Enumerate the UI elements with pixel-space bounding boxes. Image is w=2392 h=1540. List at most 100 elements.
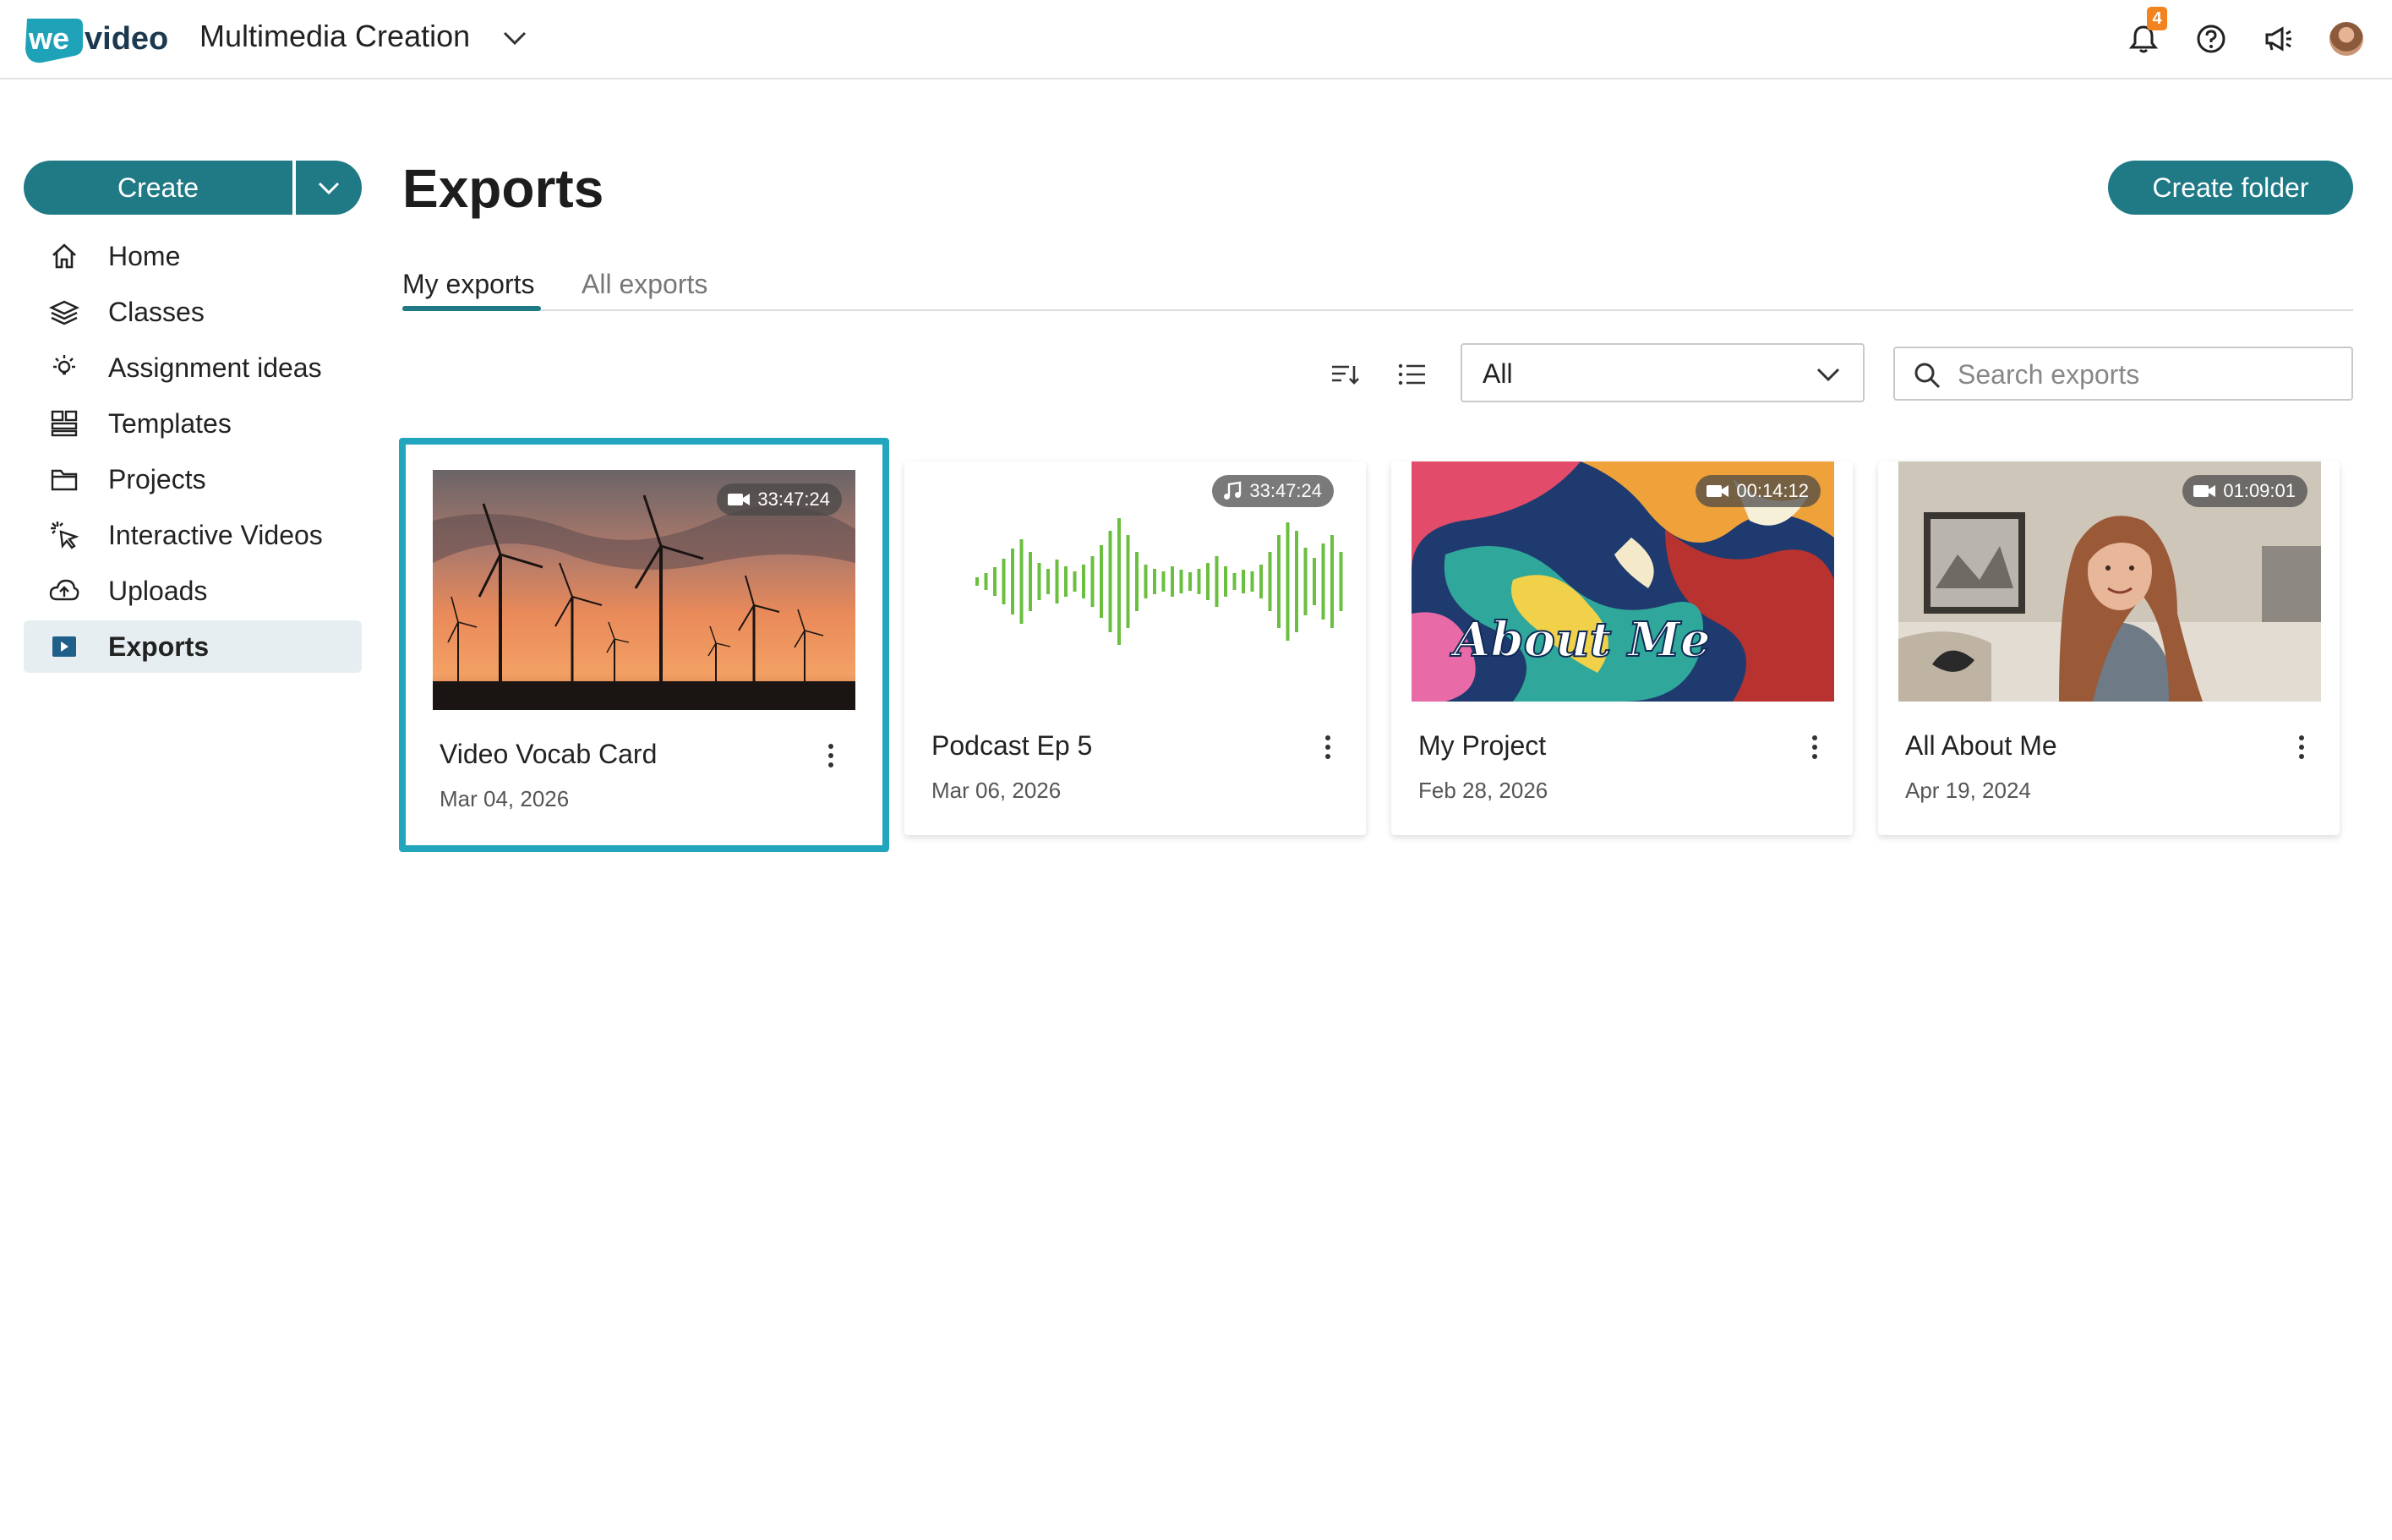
- waveform-bar: [1303, 548, 1308, 615]
- workspace-name[interactable]: Multimedia Creation: [199, 19, 470, 54]
- megaphone-icon[interactable]: [2260, 20, 2297, 57]
- waveform-bar: [1259, 565, 1263, 598]
- sidebar-item-projects[interactable]: Projects: [24, 453, 362, 505]
- sidebar-item-templates[interactable]: Templates: [24, 397, 362, 450]
- page-title: Exports: [402, 158, 604, 219]
- sidebar-item-uploads[interactable]: Uploads: [24, 565, 362, 617]
- export-date: Mar 06, 2026: [931, 778, 1062, 803]
- waveform-bar: [1179, 570, 1183, 593]
- play-square-icon: [46, 628, 83, 665]
- waveform-bar: [1055, 560, 1059, 603]
- duration-badge: 00:14:12: [1696, 475, 1821, 507]
- export-title[interactable]: My Project: [1418, 730, 1546, 762]
- lightbulb-icon: [46, 349, 83, 386]
- sidebar-item-label: Templates: [108, 407, 232, 439]
- waveform-bar: [1188, 572, 1192, 591]
- filter-selected-value: All: [1483, 358, 1513, 389]
- chevron-down-icon: [1814, 362, 1843, 387]
- more-options-icon[interactable]: [2289, 730, 2314, 764]
- waveform-bar: [1277, 535, 1281, 628]
- duration-text: 00:14:12: [1736, 480, 1809, 501]
- waveform-bar: [1197, 569, 1201, 594]
- waveform-bar: [1100, 545, 1103, 618]
- chevron-down-icon[interactable]: [500, 25, 529, 51]
- waveform-bar: [1242, 570, 1245, 593]
- export-title[interactable]: Podcast Ep 5: [931, 730, 1092, 762]
- duration-badge: 33:47:24: [1212, 475, 1334, 507]
- waveform-bar: [1135, 552, 1139, 611]
- templates-icon: [46, 405, 83, 442]
- music-note-icon: [1224, 481, 1242, 500]
- export-thumbnail[interactable]: 33:47:24: [925, 461, 1347, 702]
- export-title[interactable]: Video Vocab Card: [440, 739, 657, 770]
- export-thumbnail[interactable]: 33:47:24: [433, 470, 855, 710]
- sidebar-item-interactive-videos[interactable]: Interactive Videos: [24, 509, 362, 561]
- tab-all-exports[interactable]: All exports: [582, 269, 707, 300]
- export-card[interactable]: About Me 00:14:12 My Project Feb 28, 202…: [1391, 461, 1853, 835]
- sort-icon[interactable]: [1325, 355, 1364, 394]
- waveform-bar: [1161, 571, 1166, 592]
- sidebar-item-label: Projects: [108, 463, 206, 494]
- video-camera-icon: [2193, 485, 2216, 497]
- sidebar-item-label: Uploads: [108, 575, 208, 606]
- video-camera-icon: [728, 494, 751, 505]
- sidebar-item-label: Classes: [108, 296, 205, 327]
- tabs-divider: [402, 309, 2353, 311]
- export-date: Apr 19, 2024: [1905, 778, 2031, 803]
- sidebar-item-home[interactable]: Home: [24, 230, 362, 282]
- tab-my-exports[interactable]: My exports: [402, 269, 534, 300]
- duration-badge: 33:47:24: [717, 483, 842, 516]
- create-dropdown-button[interactable]: [296, 161, 362, 215]
- export-card[interactable]: 33:47:24 Podcast Ep 5 Mar 06, 2026: [904, 461, 1366, 835]
- svg-text:video: video: [85, 21, 168, 57]
- user-avatar[interactable]: [2329, 22, 2363, 56]
- list-view-icon[interactable]: [1393, 355, 1432, 394]
- duration-text: 33:47:24: [757, 489, 830, 510]
- waveform-bar: [1046, 569, 1050, 594]
- search-box[interactable]: [1893, 347, 2353, 401]
- waveform-bar: [1206, 563, 1210, 600]
- search-input[interactable]: [1956, 355, 2340, 394]
- sidebar-item-classes[interactable]: Classes: [24, 286, 362, 338]
- export-thumbnail[interactable]: About Me 00:14:12: [1412, 461, 1834, 702]
- export-title[interactable]: All About Me: [1905, 730, 2057, 762]
- waveform-bar: [1268, 552, 1272, 611]
- chevron-down-icon: [318, 182, 340, 195]
- waveform-bar: [1117, 518, 1121, 645]
- duration-text: 01:09:01: [2223, 480, 2296, 501]
- duration-badge: 01:09:01: [2182, 475, 2307, 507]
- waveform-bar: [1029, 552, 1032, 611]
- help-icon[interactable]: [2193, 20, 2230, 57]
- filter-select[interactable]: All: [1461, 343, 1865, 402]
- wevideo-logo[interactable]: wevideo we video: [22, 12, 171, 66]
- create-button[interactable]: Create: [24, 161, 292, 215]
- waveform-bar: [1019, 539, 1024, 624]
- more-options-icon[interactable]: [818, 739, 844, 773]
- sidebar-item-label: Home: [108, 240, 181, 271]
- sidebar-item-exports[interactable]: Exports: [24, 620, 362, 673]
- export-thumbnail[interactable]: 01:09:01: [1898, 461, 2321, 702]
- create-folder-button[interactable]: Create folder: [2108, 161, 2353, 215]
- waveform-bar: [1286, 522, 1290, 641]
- sidebar-item-assignment-ideas[interactable]: Assignment ideas: [24, 341, 362, 394]
- waveform-bar: [1144, 565, 1148, 598]
- sidebar-item-label: Assignment ideas: [108, 352, 322, 383]
- export-card[interactable]: 33:47:24 Video Vocab Card Mar 04, 2026: [399, 438, 889, 852]
- video-camera-icon: [1707, 485, 1729, 497]
- waveform-bar: [1126, 535, 1130, 628]
- notification-badge: 4: [2147, 7, 2167, 30]
- waveform-bar: [993, 567, 997, 596]
- more-options-icon[interactable]: [1315, 730, 1341, 764]
- export-date: Mar 04, 2026: [440, 786, 570, 811]
- more-options-icon[interactable]: [1802, 730, 1827, 764]
- waveform-bar: [1171, 566, 1174, 597]
- waveform-bar: [1002, 559, 1006, 604]
- search-icon: [1912, 360, 1942, 390]
- svg-text:we: we: [28, 21, 69, 56]
- waveform-bar: [1339, 552, 1343, 611]
- waveform-bar: [1108, 531, 1112, 632]
- cursor-click-icon: [46, 516, 83, 554]
- waveform-bar: [1037, 563, 1041, 600]
- waveform-bar: [1330, 535, 1334, 628]
- export-card[interactable]: 01:09:01 All About Me Apr 19, 2024: [1878, 461, 2340, 835]
